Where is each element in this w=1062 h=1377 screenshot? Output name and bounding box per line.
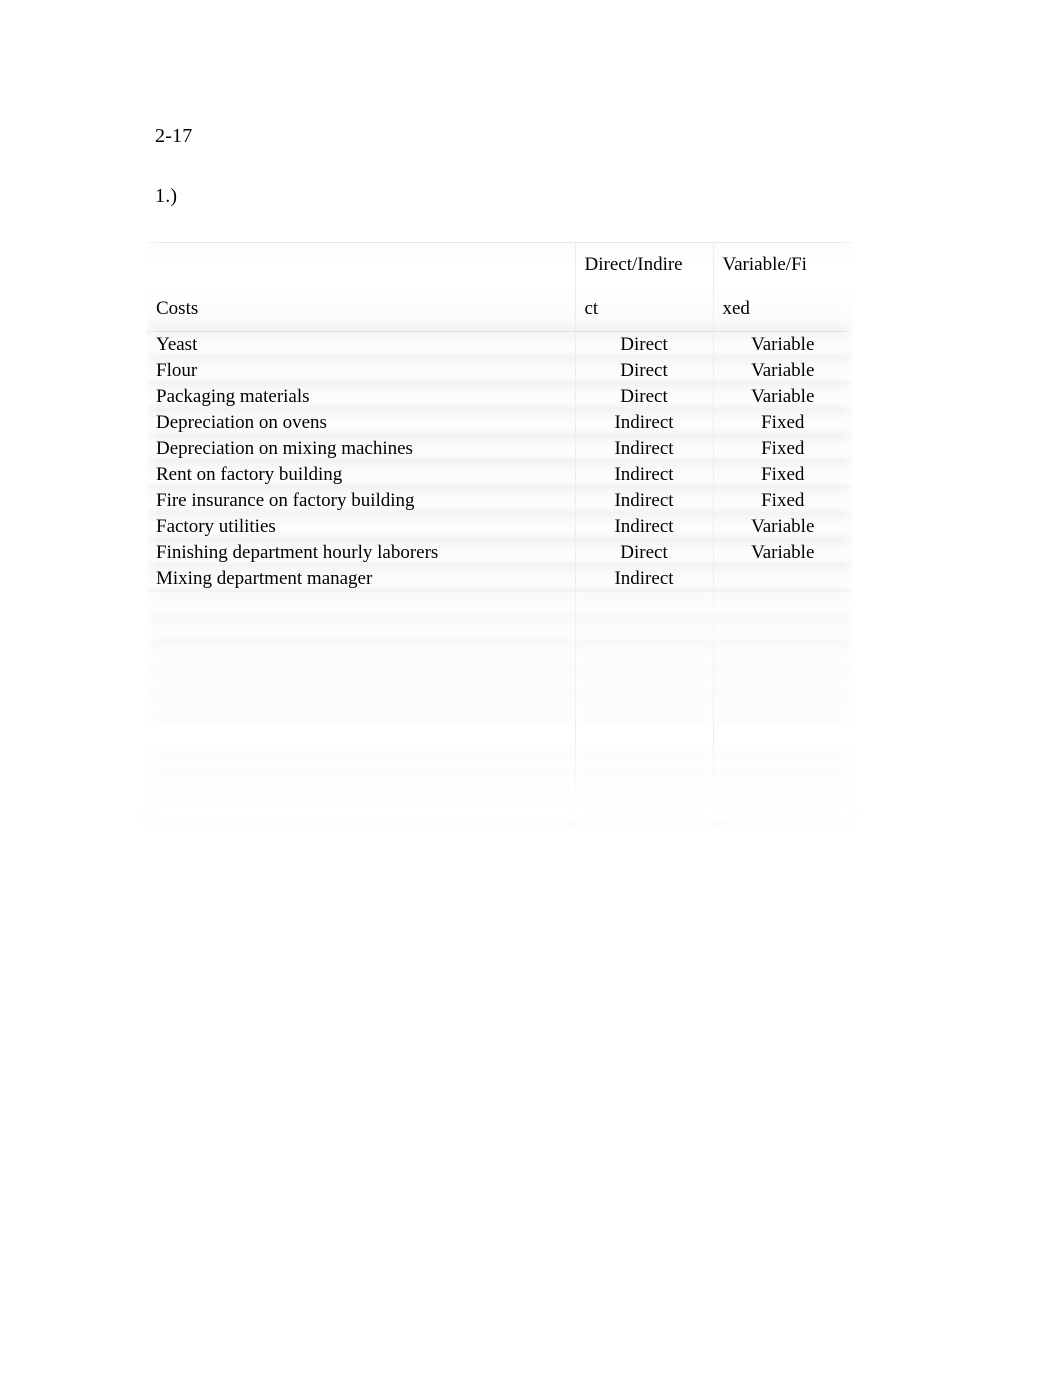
cell-classification [574, 644, 713, 670]
table-row-obscured [147, 592, 852, 618]
cell-behavior: Fixed [712, 462, 852, 488]
cell-classification: Indirect [574, 488, 713, 514]
cell-classification [574, 800, 713, 826]
cell-cost: Depreciation on ovens [147, 410, 575, 436]
cell-classification: Indirect [574, 410, 713, 436]
cell-cost: Depreciation on mixing machines [147, 436, 575, 462]
cell-cost: Mixing department manager [147, 566, 575, 592]
cell-behavior: Fixed [712, 436, 852, 462]
cell-behavior [712, 592, 852, 618]
cell-behavior [712, 800, 852, 826]
cell-cost [147, 774, 575, 800]
column-header-costs-line2: Costs [147, 287, 575, 332]
question-number-label: 1.) [155, 185, 178, 207]
cell-cost: Rent on factory building [147, 462, 575, 488]
table-row-spacer [147, 722, 852, 748]
cell-behavior [712, 696, 852, 722]
cell-cost: Factory utilities [147, 514, 575, 540]
table-row-obscured [147, 800, 852, 826]
cell-behavior: Variable [712, 384, 852, 410]
cell-behavior [712, 644, 852, 670]
cell-classification: Direct [574, 384, 713, 410]
table-row: Finishing department hourly laborers Dir… [147, 540, 852, 566]
cell-behavior [712, 670, 852, 696]
cell-behavior: Variable [712, 540, 852, 566]
table-row: Rent on factory building Indirect Fixed [147, 462, 852, 488]
cell-classification: Indirect [574, 462, 713, 488]
cell-cost [147, 670, 575, 696]
cell-classification [574, 592, 713, 618]
cell-classification: Direct [574, 540, 713, 566]
cell-behavior: Variable [712, 331, 852, 358]
cell-behavior [712, 774, 852, 800]
table-row-obscured [147, 774, 852, 800]
cell-cost: Yeast [147, 331, 575, 358]
cell-behavior [712, 748, 852, 774]
cell-spacer [574, 722, 713, 748]
table-row-obscured [147, 644, 852, 670]
cell-behavior: Variable [712, 358, 852, 384]
cell-cost [147, 696, 575, 722]
table-row: Depreciation on ovens Indirect Fixed [147, 410, 852, 436]
cell-cost [147, 800, 575, 826]
page-title: 2-17 [155, 125, 193, 147]
cell-cost: Finishing department hourly laborers [147, 540, 575, 566]
table-row: Flour Direct Variable [147, 358, 852, 384]
cell-cost: Fire insurance on factory building [147, 488, 575, 514]
column-header-variable-fixed-line2: xed [712, 287, 852, 332]
cost-classification-table-wrapper: Direct/Indire Variable/Fi Costs ct xed Y… [133, 242, 866, 826]
cell-classification: Indirect [574, 566, 713, 592]
cell-spacer [712, 722, 852, 748]
cell-classification [574, 696, 713, 722]
cell-classification [574, 618, 713, 644]
column-header-direct-indirect-line1: Direct/Indire [574, 242, 713, 287]
cost-classification-table: Direct/Indire Variable/Fi Costs ct xed Y… [147, 242, 852, 826]
table-row-obscured [147, 618, 852, 644]
cell-behavior [712, 618, 852, 644]
cell-classification: Indirect [574, 514, 713, 540]
cell-cost [147, 592, 575, 618]
table-header: Direct/Indire Variable/Fi Costs ct xed [147, 242, 852, 332]
cell-cost [147, 618, 575, 644]
document-page: 2-17 1.) Direct/Indire Variable/Fi Costs… [0, 0, 1062, 1377]
cell-cost: Packaging materials [147, 384, 575, 410]
cell-classification [574, 670, 713, 696]
table-row-obscured [147, 670, 852, 696]
cell-classification: Direct [574, 358, 713, 384]
table-row: Mixing department manager Indirect [147, 566, 852, 592]
cell-spacer [147, 722, 575, 748]
table-row: Fire insurance on factory building Indir… [147, 488, 852, 514]
table-header-row-bottom: Costs ct xed [147, 287, 852, 332]
cell-behavior: Fixed [712, 488, 852, 514]
cell-behavior [712, 566, 852, 592]
table-row: Depreciation on mixing machines Indirect… [147, 436, 852, 462]
cell-classification [574, 748, 713, 774]
column-header-costs-line1 [147, 242, 575, 287]
table-row-obscured [147, 748, 852, 774]
cell-classification: Indirect [574, 436, 713, 462]
cell-behavior: Fixed [712, 410, 852, 436]
table-body: Yeast Direct Variable Flour Direct Varia… [147, 331, 852, 826]
table-row-obscured [147, 696, 852, 722]
table-row: Packaging materials Direct Variable [147, 384, 852, 410]
column-header-direct-indirect-line2: ct [574, 287, 713, 332]
table-header-row-top: Direct/Indire Variable/Fi [147, 242, 852, 287]
table-row: Yeast Direct Variable [147, 331, 852, 358]
table-row: Factory utilities Indirect Variable [147, 514, 852, 540]
cell-cost: Flour [147, 358, 575, 384]
cell-classification: Direct [574, 331, 713, 358]
cell-cost [147, 748, 575, 774]
cell-classification [574, 774, 713, 800]
cell-behavior: Variable [712, 514, 852, 540]
cell-cost [147, 644, 575, 670]
column-header-variable-fixed-line1: Variable/Fi [712, 242, 852, 287]
